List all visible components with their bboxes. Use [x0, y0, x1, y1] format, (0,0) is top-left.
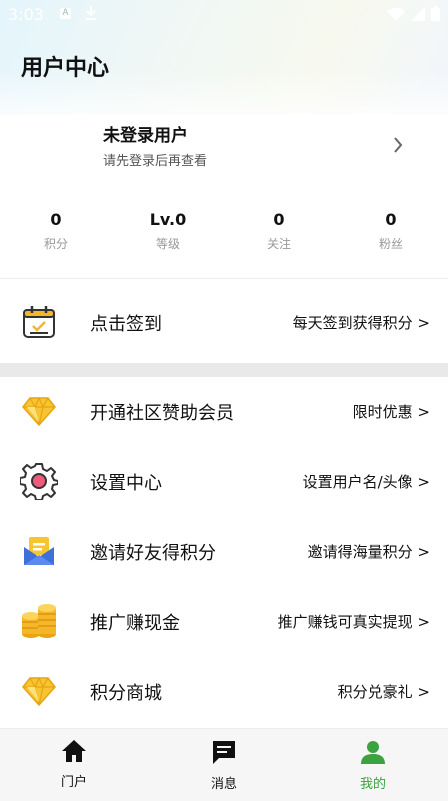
- user-name: 未登录用户: [103, 126, 188, 146]
- stat-followers[interactable]: 0 粉丝: [341, 210, 441, 252]
- chevron-right-icon[interactable]: [392, 136, 404, 158]
- menu-item-points-mall[interactable]: 积分商城 积分兑豪礼 >: [0, 661, 448, 721]
- row-title: 设置中心: [90, 473, 162, 494]
- battery-icon: [431, 6, 440, 21]
- coins-icon: [20, 601, 58, 641]
- page-title: 用户中心: [21, 56, 110, 81]
- stat-value: Lv.0: [149, 210, 187, 229]
- row-title: 开通社区赞助会员: [90, 403, 234, 424]
- row-title: 推广赚现金: [90, 613, 180, 634]
- stat-following[interactable]: 0 关注: [229, 210, 329, 252]
- row-title: 邀请好友得积分: [90, 543, 216, 564]
- menu-item-settings[interactable]: 设置中心 设置用户名/头像 >: [0, 451, 448, 511]
- home-icon: [62, 740, 86, 762]
- row-title: 点击签到: [90, 314, 162, 335]
- menu-item-vip[interactable]: 开通社区赞助会员 限时优惠 >: [0, 381, 448, 441]
- user-stats: 0 积分 Lv.0 等级 0 关注 0 粉丝: [0, 210, 448, 260]
- menu-item-promote[interactable]: 推广赚现金 推广赚钱可真实提现 >: [0, 591, 448, 651]
- nav-tab-mine[interactable]: 我的: [328, 739, 418, 792]
- stat-label: 粉丝: [378, 237, 403, 251]
- calendar-check-icon: [20, 302, 58, 342]
- person-icon: [361, 741, 385, 764]
- notification-a-icon: A: [60, 8, 71, 19]
- status-bar: 3:03 A: [0, 0, 448, 30]
- nav-label: 门户: [60, 775, 87, 790]
- menu-item-invite[interactable]: 邀请好友得积分 邀请得海量积分 >: [0, 521, 448, 581]
- stat-value: 0: [273, 210, 285, 229]
- wifi-icon: [387, 7, 405, 21]
- status-time: 3:03: [8, 5, 44, 24]
- stat-level[interactable]: Lv.0 等级: [118, 210, 218, 252]
- row-hint: 限时优惠 >: [352, 403, 430, 421]
- stat-label: 积分: [43, 237, 68, 251]
- user-login-hint: 请先登录后再查看: [103, 154, 208, 169]
- signal-icon: [411, 6, 425, 21]
- row-hint: 每天签到获得积分 >: [292, 314, 430, 332]
- nav-label: 我的: [359, 777, 386, 792]
- nav-tab-messages[interactable]: 消息: [179, 739, 269, 792]
- row-title: 积分商城: [90, 683, 162, 704]
- bottom-nav: 门户 消息 我的: [0, 728, 448, 801]
- status-icons: [387, 6, 440, 21]
- row-hint: 设置用户名/头像 >: [302, 473, 430, 491]
- invite-mail-icon: [20, 531, 58, 571]
- row-hint: 推广赚钱可真实提现 >: [277, 613, 430, 631]
- gear-icon: [20, 461, 58, 501]
- section-divider: [0, 363, 448, 377]
- diamond-icon: [20, 391, 58, 431]
- download-icon: [84, 5, 98, 25]
- nav-label: 消息: [210, 777, 237, 792]
- checkin-row[interactable]: 点击签到 每天签到获得积分 >: [0, 292, 448, 352]
- stat-points[interactable]: 0 积分: [6, 210, 106, 252]
- row-hint: 邀请得海量积分 >: [307, 543, 430, 561]
- row-hint: 积分兑豪礼 >: [337, 683, 430, 701]
- stat-value: 0: [50, 210, 62, 229]
- stat-value: 0: [385, 210, 397, 229]
- stat-label: 等级: [155, 237, 180, 251]
- divider: [0, 278, 448, 279]
- nav-tab-portal[interactable]: 门户: [29, 739, 119, 790]
- stat-label: 关注: [266, 237, 291, 251]
- diamond-icon: [20, 671, 58, 711]
- message-icon: [213, 741, 235, 764]
